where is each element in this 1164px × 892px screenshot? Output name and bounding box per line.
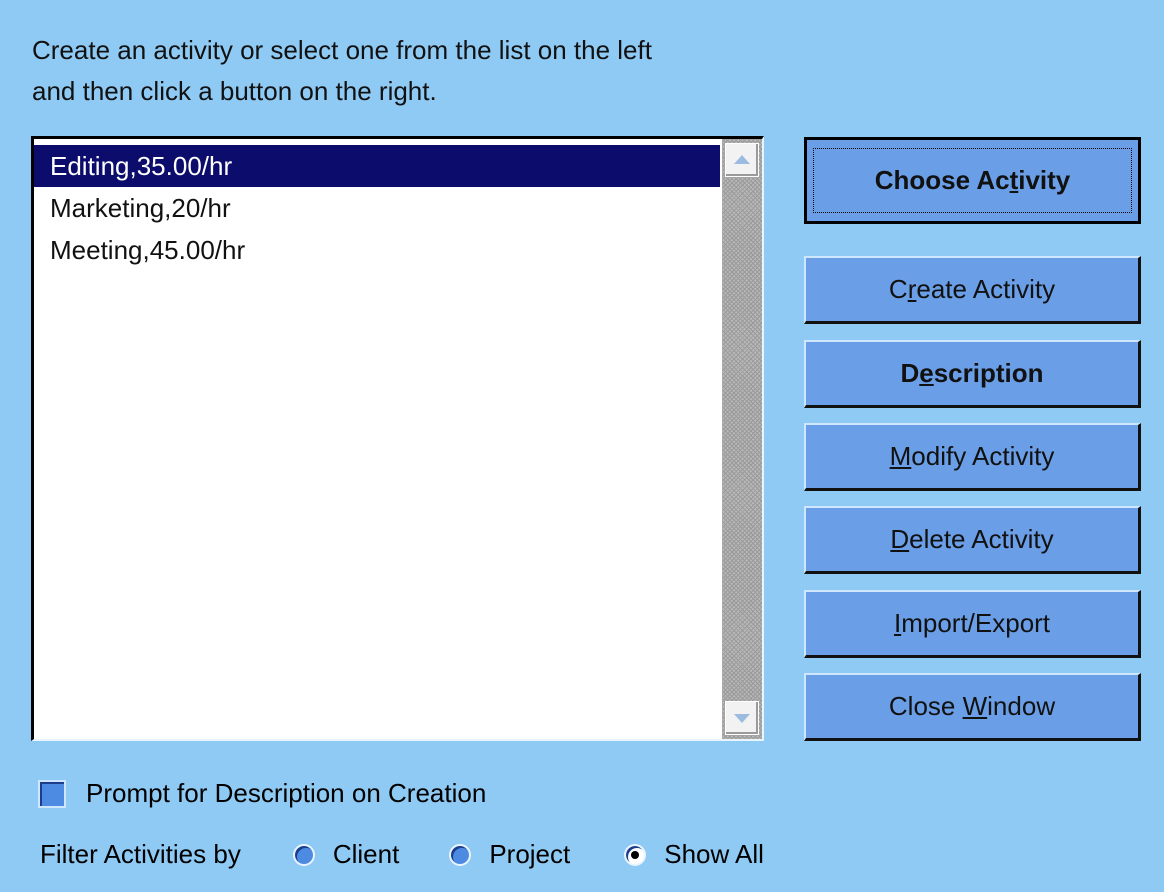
create-activity-button[interactable]: Create Activity xyxy=(804,256,1141,324)
create-activity-label: Create Activity xyxy=(888,274,1056,304)
list-scrollbar[interactable] xyxy=(722,139,762,739)
choose-activity-button[interactable]: Choose Activity xyxy=(804,137,1141,224)
description-button[interactable]: Description xyxy=(804,340,1141,408)
close-window-label: Close Window xyxy=(888,691,1056,721)
arrow-up-icon xyxy=(734,155,750,164)
activity-list-item[interactable]: Marketing,20/hr xyxy=(34,187,720,229)
show-all-radio[interactable] xyxy=(624,843,647,866)
import-export-label: Import/Export xyxy=(893,608,1051,638)
project-radio-label: Project xyxy=(489,839,571,869)
modify-activity-button[interactable]: Modify Activity xyxy=(804,423,1141,491)
project-radio[interactable] xyxy=(449,843,472,866)
filter-option-project[interactable]: Project xyxy=(449,839,570,870)
filter-option-client[interactable]: Client xyxy=(292,839,400,870)
filter-label: Filter Activities by xyxy=(40,839,241,869)
client-radio-label: Client xyxy=(332,839,400,869)
activity-list-item[interactable]: Editing,35.00/hr xyxy=(34,145,720,187)
client-radio[interactable] xyxy=(292,843,315,866)
instructions-line-1: Create an activity or select one from th… xyxy=(32,35,652,65)
filter-option-show-all[interactable]: Show All xyxy=(624,839,764,870)
import-export-button[interactable]: Import/Export xyxy=(804,590,1141,658)
arrow-down-icon xyxy=(734,714,750,723)
activity-list-items: Editing,35.00/hr Marketing,20/hr Meeting… xyxy=(34,145,720,271)
scroll-up-button[interactable] xyxy=(725,143,759,177)
prompt-description-label: Prompt for Description on Creation xyxy=(86,778,487,808)
focus-ring xyxy=(813,148,1132,213)
instructions-line-2: and then click a button on the right. xyxy=(32,76,437,106)
instructions-text: Create an activity or select one from th… xyxy=(32,30,652,112)
radio-selected-dot xyxy=(631,850,640,859)
close-window-button[interactable]: Close Window xyxy=(804,673,1141,741)
filter-activities: Filter Activities by Client Project Show… xyxy=(40,839,764,870)
activity-list[interactable]: Editing,35.00/hr Marketing,20/hr Meeting… xyxy=(31,136,764,741)
delete-activity-button[interactable]: Delete Activity xyxy=(804,506,1141,574)
scroll-down-button[interactable] xyxy=(725,701,759,735)
activity-list-item[interactable]: Meeting,45.00/hr xyxy=(34,229,720,271)
prompt-description-checkbox[interactable] xyxy=(38,779,66,808)
prompt-description-option[interactable]: Prompt for Description on Creation xyxy=(38,778,486,809)
description-label: Description xyxy=(900,358,1044,388)
delete-activity-label: Delete Activity xyxy=(890,524,1054,554)
modify-activity-label: Modify Activity xyxy=(889,441,1055,471)
show-all-radio-label: Show All xyxy=(664,839,764,869)
